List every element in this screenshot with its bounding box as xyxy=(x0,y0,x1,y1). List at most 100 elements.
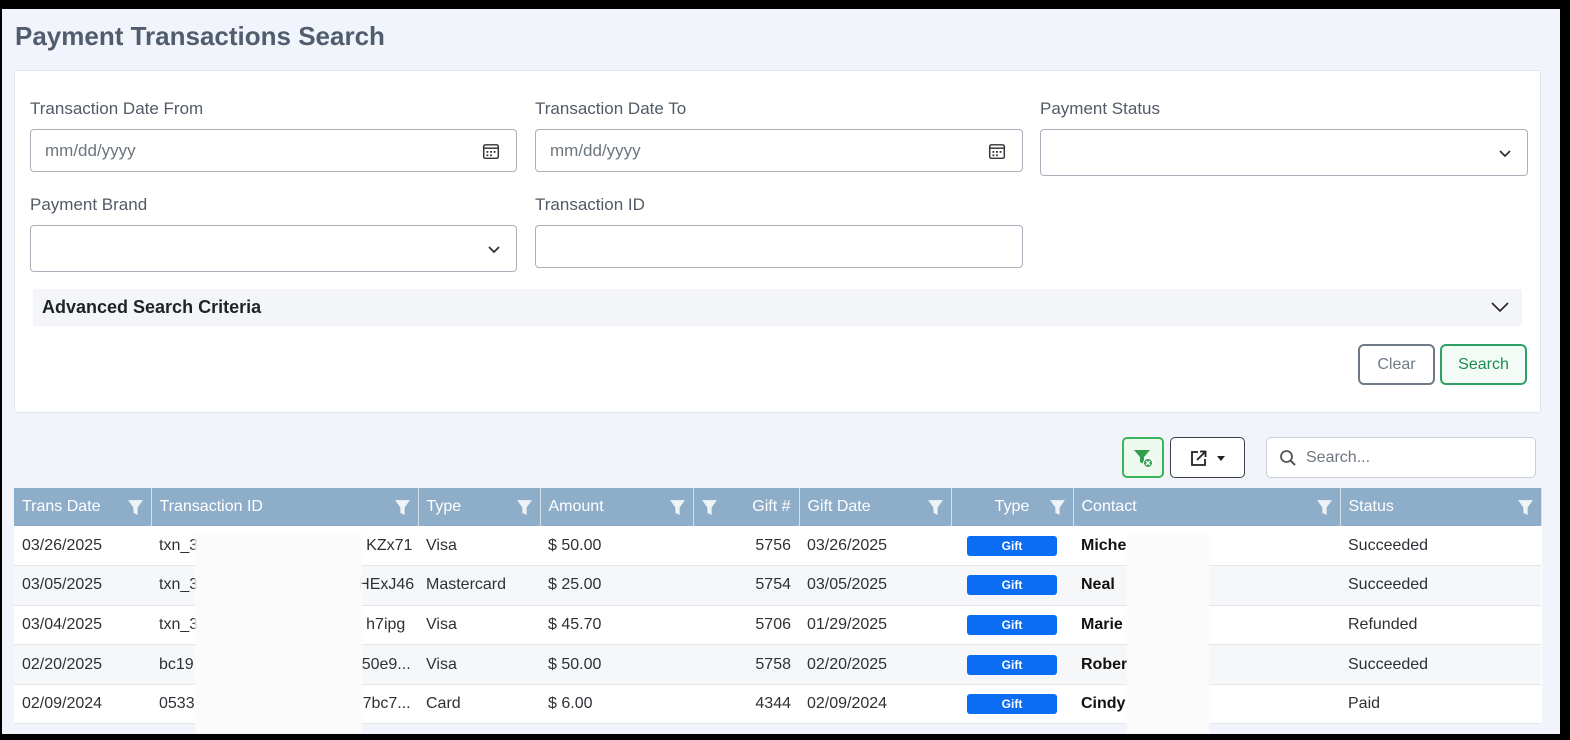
advanced-search-toggle[interactable]: Advanced Search Criteria xyxy=(33,289,1522,326)
col-transaction-id[interactable]: Transaction ID xyxy=(151,488,419,526)
cell-gift-number: 5756 xyxy=(693,526,799,567)
cell-gift-date: 01/29/2025 xyxy=(799,605,951,646)
filter-icon[interactable] xyxy=(516,499,533,516)
transaction-id-input[interactable] xyxy=(535,225,1023,268)
txn-prefix: 0533 xyxy=(159,695,195,713)
column-label: Type xyxy=(994,498,1030,515)
txn-suffix: KZx71 xyxy=(366,536,413,554)
date-to-placeholder: mm/dd/yyyy xyxy=(550,140,641,160)
payment-brand-label: Payment Brand xyxy=(30,195,148,214)
txn-prefix: txn_3 xyxy=(159,576,199,594)
table-search-input[interactable]: Search... xyxy=(1266,437,1536,478)
cell-trans-date: 03/26/2025 xyxy=(14,526,151,567)
date-to-label: Transaction Date To xyxy=(535,99,687,118)
txn-suffix: 7bc7... xyxy=(362,695,411,713)
transaction-id-label: Transaction ID xyxy=(535,195,645,214)
search-form-card: Transaction Date From mm/dd/yyyy Transac… xyxy=(14,70,1541,413)
clear-filters-button[interactable] xyxy=(1122,437,1164,478)
cell-amount: $ 6.00 xyxy=(540,684,693,725)
cell-status: Paid xyxy=(1340,684,1541,725)
col-gift-type[interactable]: Type xyxy=(951,488,1074,526)
payment-status-label: Payment Status xyxy=(1040,99,1161,118)
chevron-down-icon xyxy=(488,245,500,253)
col-contact[interactable]: Contact xyxy=(1073,488,1341,526)
contact-name[interactable]: Cindy xyxy=(1081,695,1125,712)
gift-badge: Gift xyxy=(967,614,1057,635)
payment-brand-select[interactable] xyxy=(30,225,517,272)
payment-status-select[interactable] xyxy=(1040,129,1528,176)
cell-type: Visa xyxy=(418,605,540,646)
col-amount[interactable]: Amount xyxy=(540,488,694,526)
cell-gift-number: 5758 xyxy=(693,644,799,685)
cell-gift-number: 5706 xyxy=(693,605,799,646)
search-placeholder: Search... xyxy=(1306,449,1371,466)
cell-gift-date: 02/09/2024 xyxy=(799,684,951,725)
column-label: Gift # xyxy=(752,498,791,515)
col-type[interactable]: Type xyxy=(418,488,541,526)
contact-name[interactable]: Neal xyxy=(1081,576,1115,593)
filter-icon[interactable] xyxy=(669,499,686,516)
filter-icon[interactable] xyxy=(1316,499,1333,516)
gift-badge: Gift xyxy=(967,575,1057,596)
filter-icon[interactable] xyxy=(1049,499,1066,516)
contact-name[interactable]: Rober xyxy=(1081,656,1127,673)
cell-trans-date: 03/04/2025 xyxy=(14,605,151,646)
txn-suffix: HExJ46 xyxy=(358,576,415,594)
cell-gift-type: Gift xyxy=(951,526,1073,567)
contact-name[interactable]: Marie xyxy=(1081,616,1123,633)
column-label: Gift Date xyxy=(807,498,871,515)
gift-badge: Gift xyxy=(967,535,1057,556)
search-icon xyxy=(1280,450,1296,466)
cell-amount: $ 50.00 xyxy=(540,526,693,567)
calendar-icon[interactable] xyxy=(988,142,1006,160)
txn-suffix: 50e9... xyxy=(361,655,411,673)
col-gift-number[interactable]: Gift # xyxy=(693,488,800,526)
filter-icon[interactable] xyxy=(701,499,718,516)
column-label: Type xyxy=(426,498,462,515)
filter-icon[interactable] xyxy=(927,499,944,516)
table-header-row: Trans Date Transaction ID Type Amount Gi… xyxy=(14,488,1542,526)
cell-gift-number: 5754 xyxy=(693,565,799,606)
date-from-label: Transaction Date From xyxy=(30,99,204,118)
cell-gift-date: 03/26/2025 xyxy=(799,526,951,567)
cell-gift-type: Gift xyxy=(951,605,1073,646)
export-dropdown-button[interactable] xyxy=(1170,437,1245,478)
col-gift-date[interactable]: Gift Date xyxy=(799,488,952,526)
cell-status: Succeeded xyxy=(1340,526,1541,567)
cell-type: Visa xyxy=(418,526,540,567)
col-status[interactable]: Status xyxy=(1340,488,1542,526)
export-icon xyxy=(1190,450,1206,466)
filter-icon[interactable] xyxy=(394,499,411,516)
cell-trans-date: 02/20/2025 xyxy=(14,644,151,685)
caret-down-icon xyxy=(1216,455,1225,461)
cell-status: Refunded xyxy=(1340,605,1541,646)
search-button[interactable]: Search xyxy=(1440,344,1527,385)
contact-name[interactable]: Miche xyxy=(1081,537,1126,554)
clear-button[interactable]: Clear xyxy=(1358,344,1435,385)
cell-trans-date: 02/09/2024 xyxy=(14,684,151,725)
filter-icon[interactable] xyxy=(1517,499,1534,516)
gift-badge: Gift xyxy=(967,654,1057,675)
date-from-placeholder: mm/dd/yyyy xyxy=(45,140,136,160)
cell-status: Succeeded xyxy=(1340,565,1541,606)
date-to-input[interactable]: mm/dd/yyyy xyxy=(535,129,1023,172)
filter-clear-icon xyxy=(1134,449,1153,468)
page-title: Payment Transactions Search xyxy=(15,21,385,51)
cell-type: Card xyxy=(418,684,540,725)
cell-gift-type: Gift xyxy=(951,684,1073,725)
date-from-input[interactable]: mm/dd/yyyy xyxy=(30,129,517,172)
calendar-icon[interactable] xyxy=(482,142,500,160)
cell-trans-date: 03/05/2025 xyxy=(14,565,151,606)
cell-gift-type: Gift xyxy=(951,565,1073,606)
cell-gift-date: 03/05/2025 xyxy=(799,565,951,606)
col-trans-date[interactable]: Trans Date xyxy=(14,488,152,526)
column-label: Status xyxy=(1348,498,1394,515)
filter-icon[interactable] xyxy=(127,499,144,516)
cell-gift-number: 4344 xyxy=(693,684,799,725)
column-label: Transaction ID xyxy=(159,498,263,515)
redaction-blur xyxy=(1127,533,1209,734)
txn-prefix: bc19 xyxy=(159,655,194,673)
txn-suffix: h7ipg xyxy=(366,615,406,633)
cell-amount: $ 50.00 xyxy=(540,644,693,685)
cell-gift-type: Gift xyxy=(951,644,1073,685)
